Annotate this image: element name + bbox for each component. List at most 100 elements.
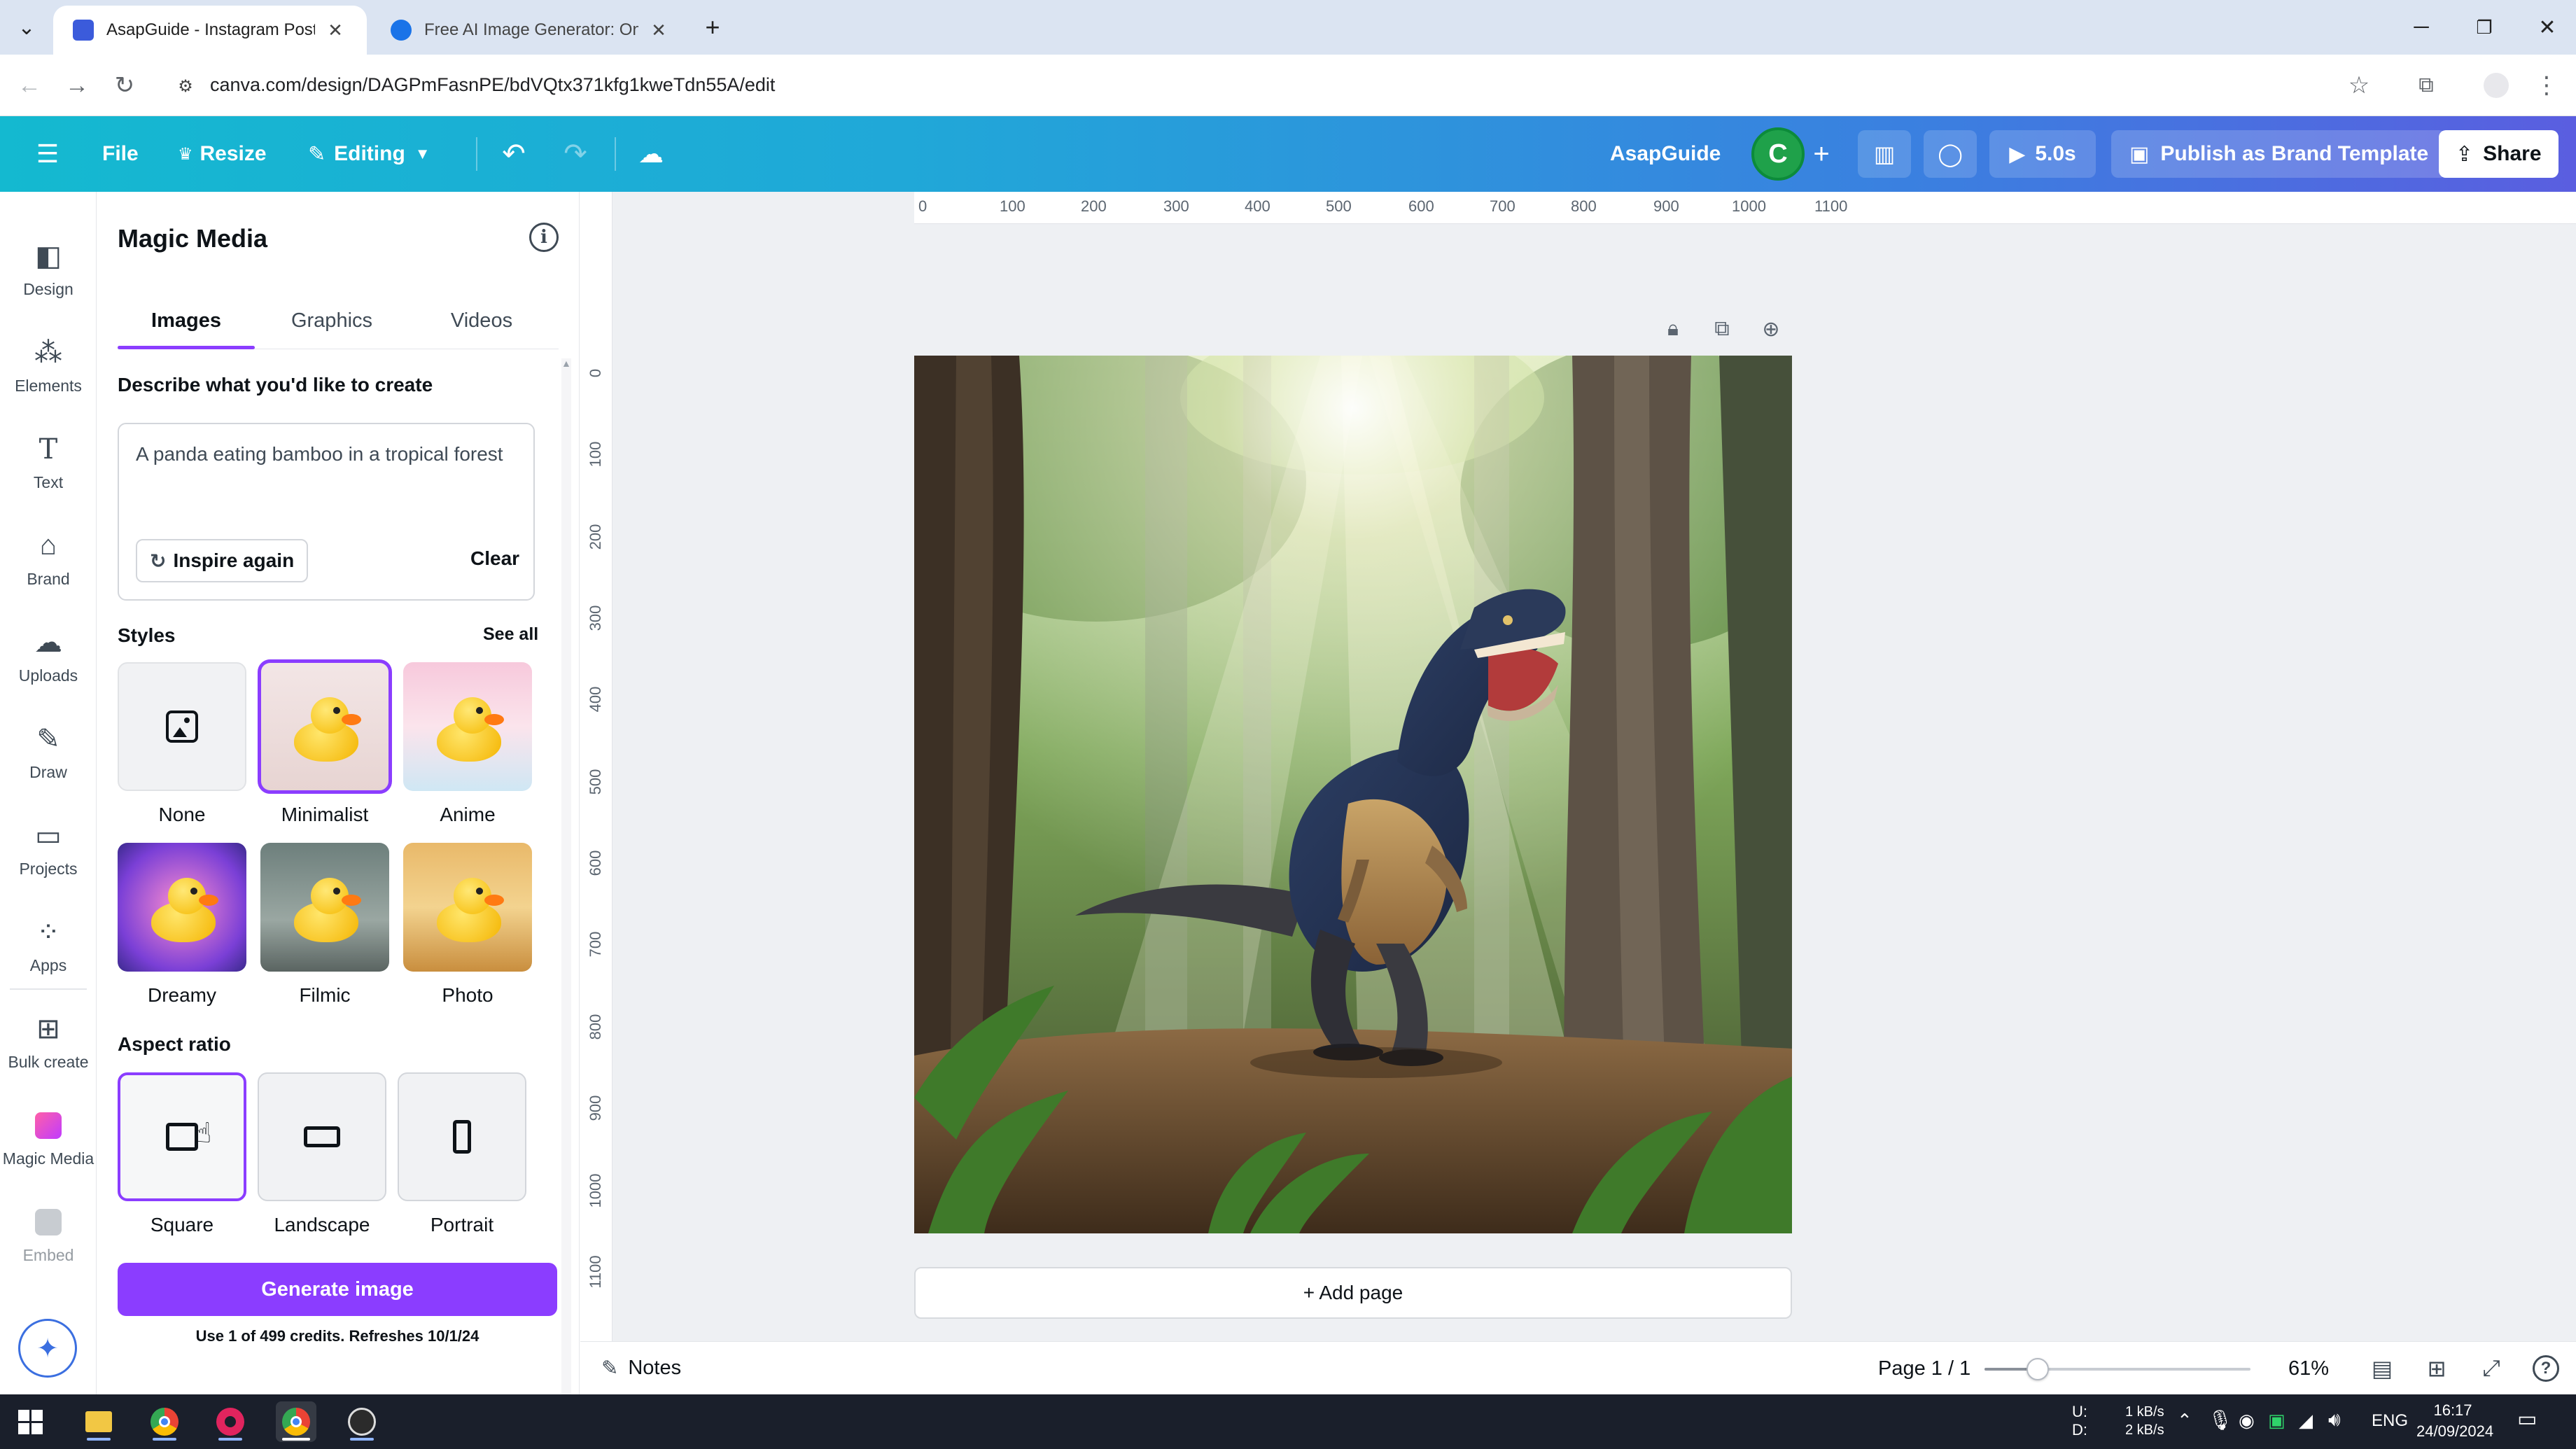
insights-chart-icon[interactable]: ▥: [1858, 130, 1911, 178]
rail-item-elements[interactable]: ⁂ Elements: [0, 322, 97, 406]
rail-item-magic-media[interactable]: Magic Media: [0, 1095, 97, 1179]
language-indicator[interactable]: ENG: [2372, 1411, 2408, 1431]
info-icon[interactable]: i: [529, 223, 559, 252]
inspire-again-button[interactable]: ↻ Inspire again: [136, 539, 309, 582]
design-name[interactable]: AsapGuide: [1610, 130, 1721, 178]
clock[interactable]: 16:17 24/09/2024: [2416, 1400, 2493, 1442]
help-icon[interactable]: ?: [2530, 1353, 2561, 1384]
rail-item-brand[interactable]: ⌂ Brand: [0, 515, 97, 599]
panel-scrollbar[interactable]: ▲ ▼: [561, 358, 571, 1422]
rail-item-text[interactable]: T Text: [0, 419, 97, 503]
editing-mode-button[interactable]: ✎ Editing ▼: [308, 130, 430, 178]
tab-close-icon[interactable]: ✕: [647, 18, 671, 42]
add-collaborator-icon[interactable]: +: [1802, 130, 1841, 178]
extensions-icon[interactable]: ⧉: [2408, 67, 2444, 104]
tab-images[interactable]: Images: [118, 309, 255, 332]
style-card-minimalist[interactable]: [258, 659, 392, 794]
style-card-dreamy[interactable]: [118, 843, 246, 972]
rubber-duck-image: [147, 874, 218, 944]
file-explorer-icon[interactable]: [78, 1401, 119, 1442]
resize-button[interactable]: ♛ Resize: [178, 130, 267, 178]
minimize-icon[interactable]: ─: [2390, 0, 2453, 55]
aspect-landscape[interactable]: [258, 1072, 386, 1201]
prompt-text[interactable]: A panda eating bamboo in a tropical fore…: [136, 440, 514, 469]
tab-search-icon[interactable]: ⌄: [0, 0, 53, 55]
microphone-icon[interactable]: 🎙︎: [2208, 1408, 2233, 1432]
magic-assistant-icon[interactable]: ✦: [18, 1319, 77, 1378]
image-placeholder-icon: [166, 710, 198, 743]
undo-icon[interactable]: ↶: [493, 130, 535, 178]
style-card-anime[interactable]: [403, 662, 532, 791]
clear-button[interactable]: Clear: [470, 547, 519, 570]
rail-item-apps[interactable]: ⁘ Apps: [0, 902, 97, 986]
comments-icon[interactable]: ◯: [1924, 130, 1977, 178]
page-indicator[interactable]: Page 1 / 1: [1878, 1357, 1970, 1380]
generate-image-button[interactable]: Generate image: [118, 1263, 557, 1316]
design-page[interactable]: [914, 356, 1792, 1233]
notes-button[interactable]: ✎ Notes: [601, 1356, 681, 1380]
tray-app-icon[interactable]: ◉: [2239, 1410, 2255, 1432]
grid-view-icon[interactable]: ⊞: [2421, 1353, 2452, 1384]
fullscreen-icon[interactable]: ⤢: [2476, 1353, 2507, 1384]
zoom-level[interactable]: 61%: [2288, 1357, 2329, 1380]
browser-tab-active[interactable]: AsapGuide - Instagram Post ✕: [53, 6, 367, 55]
close-window-icon[interactable]: ✕: [2516, 0, 2576, 55]
zoom-slider[interactable]: [1984, 1368, 2250, 1371]
browser-tab[interactable]: Free AI Image Generator: Onlin ✕: [371, 6, 690, 55]
avatar[interactable]: C: [1751, 127, 1805, 181]
lock-icon[interactable]: 🔒︎: [1659, 315, 1687, 343]
profile-icon[interactable]: [2484, 73, 2509, 98]
rail-item-bulk-create[interactable]: ⊞ Bulk create: [0, 998, 97, 1082]
recorder-icon[interactable]: [210, 1401, 251, 1442]
main-menu-icon[interactable]: ☰: [28, 130, 67, 178]
generated-dinosaur-image[interactable]: [914, 356, 1792, 1233]
aspect-square[interactable]: [118, 1072, 246, 1201]
rail-item-draw[interactable]: ✎ Draw: [0, 708, 97, 792]
new-tab-icon[interactable]: +: [693, 0, 732, 55]
style-card-photo[interactable]: [403, 843, 532, 972]
tab-graphics[interactable]: Graphics: [263, 309, 400, 332]
obs-icon[interactable]: [342, 1401, 382, 1442]
publish-brand-template-button[interactable]: ▣ Publish as Brand Template: [2111, 130, 2447, 178]
tab-videos[interactable]: Videos: [413, 309, 550, 332]
add-page-button[interactable]: + Add page: [914, 1267, 1792, 1319]
zoom-slider-thumb[interactable]: [2026, 1358, 2050, 1380]
url-text[interactable]: canva.com/design/DAGPmFasnPE/bdVQtx371kf…: [210, 74, 775, 96]
chrome-active-icon[interactable]: [276, 1401, 316, 1442]
duplicate-page-icon[interactable]: ⧉: [1708, 315, 1736, 343]
share-button[interactable]: ⇪ Share: [2439, 130, 2558, 178]
volume-icon[interactable]: 🔊︎: [2328, 1408, 2341, 1432]
aspect-portrait[interactable]: [398, 1072, 526, 1201]
chrome-icon[interactable]: [144, 1401, 185, 1442]
redo-icon[interactable]: ↷: [554, 130, 596, 178]
rail-item-projects[interactable]: ▭ Projects: [0, 805, 97, 889]
bookmark-star-icon[interactable]: ☆: [2341, 67, 2377, 104]
site-info-icon[interactable]: ⚙: [169, 70, 202, 102]
file-menu[interactable]: File: [102, 130, 139, 178]
wifi-icon[interactable]: ◢: [2299, 1410, 2313, 1432]
tray-overflow-icon[interactable]: ⌃: [2177, 1410, 2192, 1432]
add-page-icon[interactable]: ⊕: [1757, 315, 1785, 343]
back-icon[interactable]: ←: [11, 67, 48, 104]
ruler-tick-label: 0: [918, 197, 927, 215]
rail-label: Draw: [29, 762, 67, 781]
style-card-filmic[interactable]: [260, 843, 389, 972]
notifications-icon[interactable]: ▭: [2517, 1407, 2537, 1432]
rail-item-embed[interactable]: Embed: [0, 1191, 97, 1275]
cloud-saved-icon[interactable]: ☁: [630, 130, 672, 178]
windows-start-icon[interactable]: [10, 1401, 50, 1442]
rail-item-uploads[interactable]: ☁ Uploads: [0, 612, 97, 696]
forward-icon[interactable]: →: [59, 67, 95, 104]
see-all-link[interactable]: See all: [483, 624, 538, 645]
rail-item-design[interactable]: ◧ Design: [0, 225, 97, 309]
nvidia-icon[interactable]: ▣: [2268, 1410, 2286, 1432]
browser-menu-icon[interactable]: ⋮: [2528, 67, 2565, 104]
restore-icon[interactable]: ❐: [2453, 0, 2516, 55]
present-timer-button[interactable]: ▶ 5.0s: [1989, 130, 2096, 178]
reload-icon[interactable]: ↻: [106, 67, 143, 104]
style-card-none[interactable]: [118, 662, 246, 791]
tab-close-icon[interactable]: ✕: [323, 18, 347, 42]
os-taskbar: U: D: 1 kB/s 2 kB/s ⌃ 🎙︎ ◉ ▣ ◢ 🔊︎ ENG 16…: [0, 1394, 2576, 1449]
prompt-textarea[interactable]: A panda eating bamboo in a tropical fore…: [118, 423, 535, 601]
pages-view-icon[interactable]: ▤: [2367, 1353, 2398, 1384]
